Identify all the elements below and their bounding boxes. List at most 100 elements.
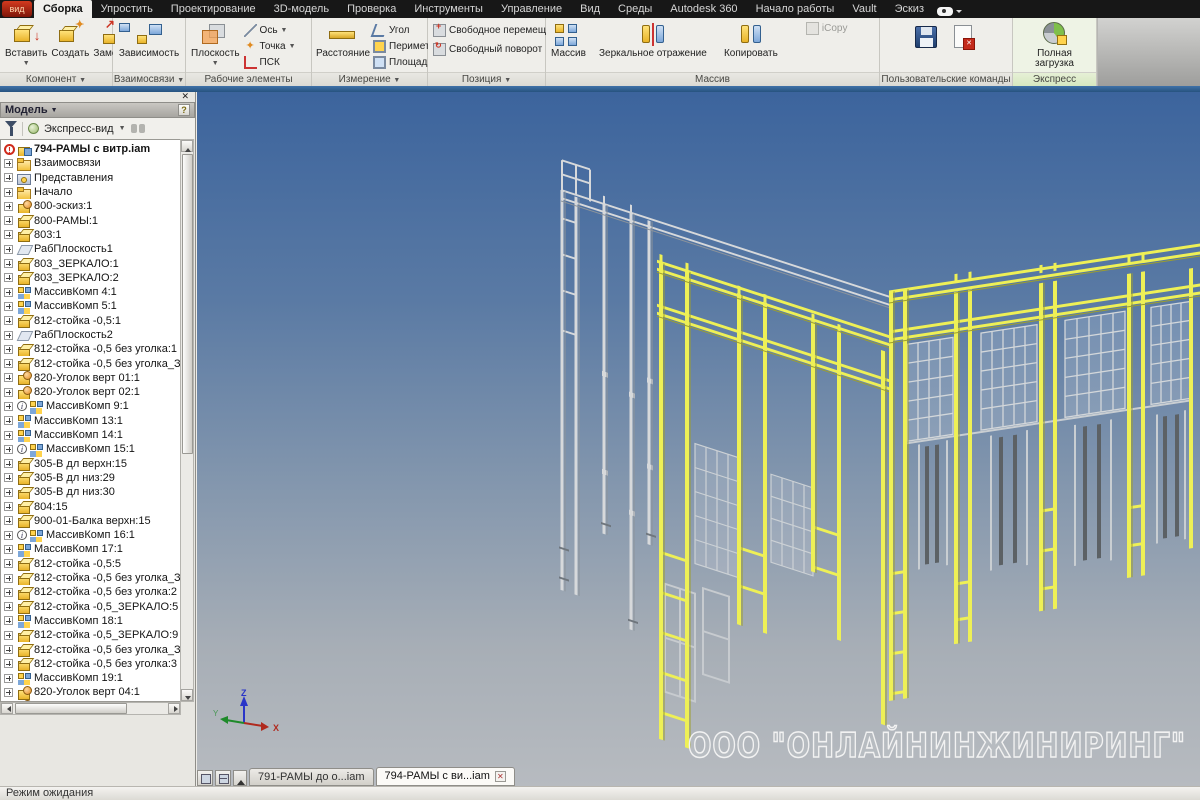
- expand-icon[interactable]: [4, 388, 13, 397]
- tree-item[interactable]: 305-В дл верхн:15: [1, 457, 181, 471]
- expand-icon[interactable]: [4, 473, 13, 482]
- tree-item[interactable]: МассивКомп 13:1: [1, 414, 181, 428]
- expand-icon[interactable]: [4, 645, 13, 654]
- pattern-button[interactable]: Массив: [549, 20, 588, 60]
- tree-horizontal-scrollbar[interactable]: [0, 702, 181, 715]
- tree-item[interactable]: 812-стойка -0,5 без уголка_З: [1, 356, 181, 370]
- tree-item[interactable]: 812-стойка -0,5:1: [1, 314, 181, 328]
- browser-header[interactable]: Модель ▼ ?: [0, 102, 195, 118]
- save-button[interactable]: [913, 24, 941, 50]
- tree-item[interactable]: 900-01-Балка верхн:15: [1, 514, 181, 528]
- screencast-icon[interactable]: [937, 4, 962, 18]
- tree-item[interactable]: МассивКомп 5:1: [1, 299, 181, 313]
- point-button[interactable]: ✦ Точка ▼: [242, 38, 298, 54]
- group-label-relationships[interactable]: Взаимосвязи ▼: [113, 72, 185, 86]
- group-label-express[interactable]: Экспресс: [1013, 72, 1096, 86]
- menu-tab-инструменты[interactable]: Инструменты: [405, 0, 492, 18]
- filter-icon[interactable]: [5, 121, 17, 134]
- tree-item[interactable]: 812-стойка -0,5 без уголка_З: [1, 571, 181, 585]
- document-tab[interactable]: 791-РАМЫ до о...iam: [249, 768, 374, 786]
- expand-icon[interactable]: [4, 288, 13, 297]
- group-label-work-features[interactable]: Рабочие элементы: [186, 72, 311, 86]
- delete-file-button[interactable]: [951, 24, 979, 50]
- expand-icon[interactable]: [4, 230, 13, 239]
- expand-icon[interactable]: [4, 273, 13, 282]
- create-button[interactable]: ✦ Создать: [49, 20, 91, 60]
- tree-item[interactable]: МассивКомп 19:1: [1, 671, 181, 685]
- tree-item[interactable]: 803_ЗЕРКАЛО:2: [1, 271, 181, 285]
- menu-tab-vault[interactable]: Vault: [843, 0, 885, 18]
- window-tile-icon[interactable]: [215, 770, 231, 786]
- find-icon[interactable]: [131, 124, 145, 133]
- group-label-pattern[interactable]: Массив: [546, 72, 879, 86]
- tree-item[interactable]: Начало: [1, 185, 181, 199]
- tree-item[interactable]: 803:1: [1, 228, 181, 242]
- tree-vertical-scrollbar[interactable]: [180, 139, 194, 702]
- tree-item[interactable]: 812-стойка -0,5:5: [1, 557, 181, 571]
- expand-icon[interactable]: [4, 173, 13, 182]
- tree-item[interactable]: 812-стойка -0,5 без уголка:2: [1, 585, 181, 599]
- expand-icon[interactable]: [4, 516, 13, 525]
- tree-item[interactable]: 812-стойка -0,5 без уголка_З: [1, 642, 181, 656]
- expand-icon[interactable]: [4, 559, 13, 568]
- expand-icon[interactable]: [4, 159, 13, 168]
- tree-item[interactable]: МассивКомп 14:1: [1, 428, 181, 442]
- scroll-left-button[interactable]: [1, 703, 13, 714]
- menu-tab-вид[interactable]: Вид: [571, 0, 609, 18]
- expand-icon[interactable]: [4, 259, 13, 268]
- expand-icon[interactable]: [4, 631, 13, 640]
- tree-item[interactable]: МассивКомп 17:1: [1, 542, 181, 556]
- tree-item[interactable]: 812-стойка -0,5 без уголка:1: [1, 342, 181, 356]
- icopy-button[interactable]: iCopy: [804, 20, 850, 36]
- expand-icon[interactable]: [4, 616, 13, 625]
- application-menu-button[interactable]: вид: [2, 1, 32, 17]
- scroll-right-button[interactable]: [168, 703, 180, 714]
- menu-tab-проектирование[interactable]: Проектирование: [162, 0, 265, 18]
- tree-item[interactable]: 812-стойка -0,5 без уголка:3: [1, 657, 181, 671]
- tree-item[interactable]: 820-Уголок верт 02:1: [1, 385, 181, 399]
- expand-icon[interactable]: [4, 688, 13, 697]
- expand-icon[interactable]: [4, 245, 13, 254]
- tree-item[interactable]: 800-эскиз:1: [1, 199, 181, 213]
- insert-button[interactable]: ↓ Вставить ▼: [3, 20, 49, 70]
- distance-button[interactable]: Расстояние: [315, 20, 371, 60]
- tree-item[interactable]: 803_ЗЕРКАЛО:1: [1, 256, 181, 270]
- expand-icon[interactable]: [4, 602, 13, 611]
- expand-icon[interactable]: [4, 216, 13, 225]
- menu-tab-проверка[interactable]: Проверка: [338, 0, 405, 18]
- axis-button[interactable]: Ось ▼: [242, 22, 298, 38]
- tree-item[interactable]: iМассивКомп 9:1: [1, 399, 181, 413]
- expand-icon[interactable]: [4, 331, 13, 340]
- tree-item[interactable]: МассивКомп 4:1: [1, 285, 181, 299]
- tree-item[interactable]: Представления: [1, 171, 181, 185]
- scroll-down-button[interactable]: [181, 689, 193, 701]
- group-label-position[interactable]: Позиция ▼: [428, 72, 545, 86]
- expand-icon[interactable]: [4, 373, 13, 382]
- expand-icon[interactable]: [4, 345, 13, 354]
- viewport-3d[interactable]: Z X Y ООО "ОНЛАЙНИНЖИНИРИНГ": [197, 92, 1200, 786]
- expand-icon[interactable]: [4, 302, 13, 311]
- tree-item[interactable]: 804:15: [1, 499, 181, 513]
- tree-item[interactable]: РабПлоскость1: [1, 242, 181, 256]
- expand-icon[interactable]: [4, 359, 13, 368]
- menu-tab-упростить[interactable]: Упростить: [92, 0, 162, 18]
- expand-icon[interactable]: [4, 588, 13, 597]
- expand-icon[interactable]: [4, 531, 13, 540]
- menu-tab-управление[interactable]: Управление: [492, 0, 571, 18]
- chevron-down-icon[interactable]: ▼: [119, 125, 126, 132]
- expand-icon[interactable]: [4, 459, 13, 468]
- tree-item[interactable]: 305-В дл низ:29: [1, 471, 181, 485]
- tree-item[interactable]: 812-стойка -0,5_ЗЕРКАЛО:9: [1, 628, 181, 642]
- menu-tab-начало-работы[interactable]: Начало работы: [747, 0, 844, 18]
- tree-item[interactable]: МассивКомп 18:1: [1, 614, 181, 628]
- tree-item[interactable]: 800-РАМЫ:1: [1, 213, 181, 227]
- scrollbar-thumb[interactable]: [182, 154, 193, 454]
- menu-tab-3d-модель[interactable]: 3D-модель: [265, 0, 338, 18]
- expand-icon[interactable]: [4, 188, 13, 197]
- tree-item[interactable]: 820-Уголок верт 01:1: [1, 371, 181, 385]
- plane-button[interactable]: Плоскость ▼: [189, 20, 242, 70]
- tab-close-icon[interactable]: ✕: [495, 771, 506, 782]
- expand-icon[interactable]: [4, 445, 13, 454]
- tree-item[interactable]: iМассивКомп 16:1: [1, 528, 181, 542]
- window-arrange-icon[interactable]: [197, 770, 213, 786]
